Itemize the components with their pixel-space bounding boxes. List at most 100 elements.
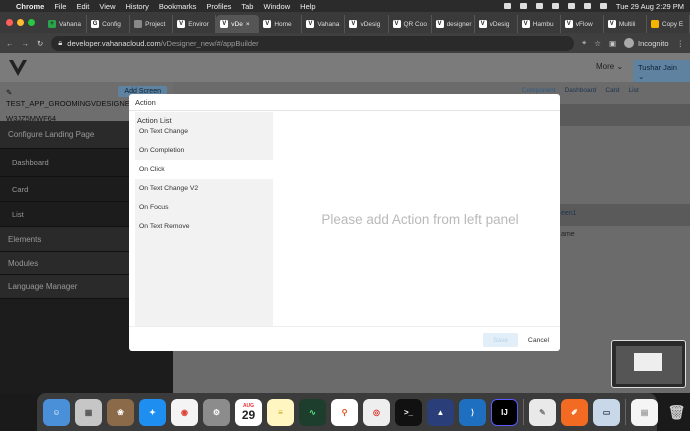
tab-favicon-icon <box>650 20 659 28</box>
tab-label: Vahana <box>59 20 81 28</box>
menu-profiles[interactable]: Profiles <box>206 2 231 11</box>
tab-card[interactable]: Card <box>605 87 619 95</box>
browser-tab[interactable]: V Enviror <box>173 15 217 33</box>
browser-tab[interactable]: Copy E <box>647 15 690 33</box>
app-icon[interactable]: ▲ <box>427 398 454 426</box>
textedit-icon[interactable]: ✎ <box>529 398 556 426</box>
menu-bookmarks[interactable]: Bookmarks <box>159 2 197 11</box>
postman-icon[interactable]: ⚲ <box>331 398 358 426</box>
incognito-icon <box>624 38 635 48</box>
menu-history[interactable]: History <box>126 2 149 11</box>
browser-tab[interactable]: V QR Coo <box>389 15 432 33</box>
safari-icon[interactable]: ✦ <box>139 398 166 426</box>
notes-icon[interactable]: ≡ <box>267 398 294 426</box>
browser-tab[interactable]: VvFlow <box>561 15 604 33</box>
menu-help[interactable]: Help <box>300 2 315 11</box>
browser-tab[interactable]: VvDesig <box>475 15 518 33</box>
location-icon[interactable]: ⌖ <box>582 38 586 48</box>
browser-tab[interactable]: G Config <box>87 15 131 33</box>
tab-favicon-icon: V <box>306 20 315 28</box>
menu-file[interactable]: File <box>54 2 66 11</box>
search-icon[interactable] <box>583 3 591 9</box>
action-list-item[interactable]: On Focus <box>135 198 273 217</box>
chrome-icon[interactable]: ◉ <box>171 398 198 426</box>
lock-icon: 🔒︎ <box>58 38 63 47</box>
tab-label: QR Coo <box>403 20 427 28</box>
finder-icon[interactable]: ☺ <box>43 398 70 426</box>
vscode-icon[interactable]: ⟩ <box>459 398 486 426</box>
status-icon[interactable] <box>503 3 511 9</box>
tab-favicon-icon: + <box>48 20 56 28</box>
system-preferences-icon[interactable]: ⚙ <box>203 398 230 426</box>
tab-label: vFlow <box>575 20 593 28</box>
action-list-item[interactable]: On Text Change V2 <box>135 179 273 198</box>
tab-label: Vahana <box>317 20 340 28</box>
action-list-item[interactable]: On Completion <box>135 141 273 160</box>
user-menu[interactable]: Tushar Jain ⌄ <box>633 60 690 84</box>
documents-folder-icon[interactable]: ▤ <box>631 398 658 426</box>
browser-tab[interactable]: Project <box>130 15 174 33</box>
maximize-icon[interactable] <box>28 19 35 26</box>
tab-close-icon[interactable]: × <box>246 21 250 28</box>
calendar-icon[interactable]: AUG 29 <box>235 398 262 426</box>
browser-tab[interactable]: Vdesigner <box>432 15 475 33</box>
reload-icon[interactable]: ↻ <box>37 39 43 48</box>
menu-edit[interactable]: Edit <box>76 2 89 11</box>
name-label-fragment: ame <box>561 231 575 238</box>
tab-favicon-icon: V <box>435 20 444 28</box>
tab-favicon-icon: G <box>91 20 100 28</box>
action-list-item[interactable]: On Text Change <box>135 122 273 141</box>
terminal-icon[interactable]: >_ <box>395 398 422 426</box>
tab-label: vDesig <box>360 20 381 28</box>
vahana-logo[interactable] <box>7 57 29 79</box>
action-list-item[interactable]: On Click <box>135 160 273 179</box>
clock[interactable]: Tue 29 Aug 2:29 PM <box>616 2 684 11</box>
url-path: /vDesigner_new/#/appBuilder <box>160 38 259 48</box>
bear-app-icon[interactable]: ❀ <box>107 398 134 426</box>
wifi-icon[interactable] <box>567 3 575 9</box>
tab-label: designer <box>446 20 472 28</box>
browser-tab[interactable]: VvDe × <box>216 15 260 33</box>
tab-favicon-icon: V <box>349 20 358 28</box>
pencil-app-icon[interactable]: ✐ <box>561 398 588 426</box>
status-icon[interactable] <box>535 3 543 9</box>
preview-icon[interactable]: ▭ <box>593 398 620 426</box>
browser-tab[interactable]: + Vahana <box>44 15 88 33</box>
menu-app-name[interactable]: Chrome <box>16 2 44 11</box>
action-list-item[interactable]: On Text Remove <box>135 217 273 236</box>
trash-icon[interactable]: 🗑︎ <box>663 399 690 426</box>
sidepanel-icon[interactable]: ▣ <box>609 39 616 48</box>
launchpad-icon[interactable]: ▦ <box>75 398 102 426</box>
right-panel-header <box>560 204 690 226</box>
screen-recorder-icon[interactable]: ◎ <box>363 398 390 426</box>
browser-tab[interactable]: V Home <box>259 15 303 33</box>
menu-view[interactable]: View <box>99 2 115 11</box>
save-button[interactable]: Save <box>483 333 518 347</box>
edit-icon[interactable]: ✎ <box>6 88 12 97</box>
forward-icon[interactable]: → <box>22 39 30 48</box>
menu-dots-icon[interactable]: ⋮ <box>677 39 685 48</box>
minimize-icon[interactable] <box>17 19 24 26</box>
activity-monitor-icon[interactable]: ∿ <box>299 398 326 426</box>
screenshot-thumbnail[interactable] <box>611 340 686 388</box>
browser-tab[interactable]: V Multili <box>604 15 647 33</box>
close-icon[interactable] <box>6 19 13 26</box>
cancel-button[interactable]: Cancel <box>522 333 555 347</box>
action-dialog: Action Action List On Text Change On Comp… <box>129 94 560 351</box>
control-center-icon[interactable] <box>599 3 607 9</box>
more-menu[interactable]: More ⌄ <box>596 62 623 71</box>
incognito-indicator[interactable]: Incognito <box>624 38 669 48</box>
intellij-icon[interactable]: IJ <box>491 398 518 426</box>
browser-tab[interactable]: VvDesig <box>345 15 389 33</box>
menu-tab[interactable]: Tab <box>241 2 253 11</box>
menu-window[interactable]: Window <box>263 2 290 11</box>
url-field[interactable]: 🔒︎ developer.vahanacloud.com/vDesigner_n… <box>51 35 574 51</box>
back-icon[interactable]: ← <box>6 39 14 48</box>
browser-tab[interactable]: V Vahana <box>302 15 346 33</box>
status-icon[interactable] <box>519 3 527 9</box>
browser-tab[interactable]: V Hambu <box>518 15 561 33</box>
battery-icon[interactable] <box>551 3 559 9</box>
star-icon[interactable]: ☆ <box>594 39 601 48</box>
tab-list[interactable]: List <box>629 87 639 95</box>
tab-dashboard[interactable]: Dashboard <box>565 87 597 95</box>
